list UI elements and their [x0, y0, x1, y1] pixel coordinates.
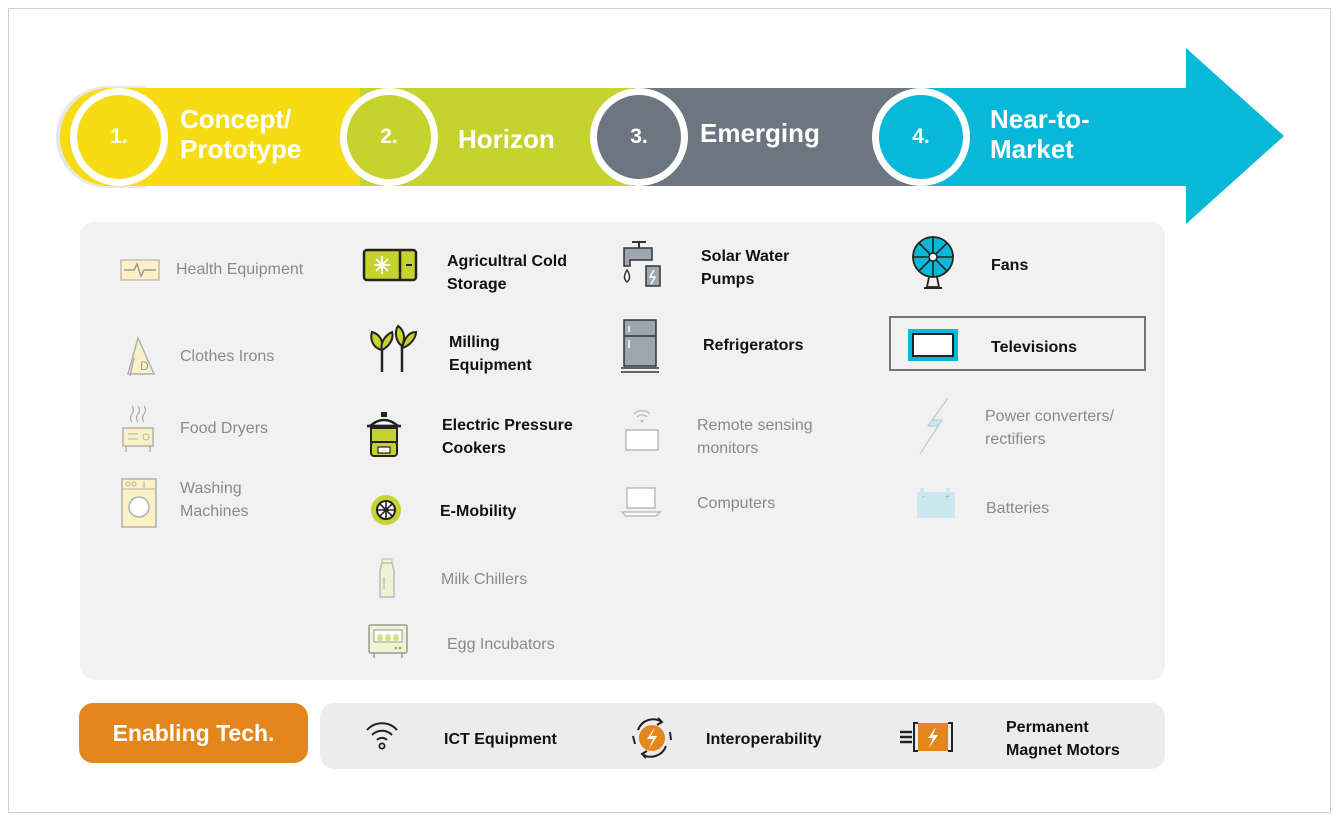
- refrigerator-icon: [620, 318, 660, 374]
- pressure-cookers-line2: Cookers: [442, 440, 507, 457]
- remote-sensing-line2: monitors: [697, 440, 759, 457]
- solar-water-pumps-line2: Pumps: [701, 271, 755, 288]
- power-converters-label: Power converters/ rectifiers: [985, 405, 1114, 451]
- food-dryer-icon: [118, 402, 158, 456]
- milling-equipment-line2: Equipment: [449, 357, 532, 374]
- health-equipment-label: Health Equipment: [176, 261, 304, 278]
- milling-equipment-line1: Milling: [449, 334, 500, 351]
- solar-water-pumps-line1: Solar Water: [701, 248, 790, 265]
- pressure-cooker-icon: [366, 410, 402, 460]
- svg-text:+: +: [945, 492, 950, 501]
- solar-water-pumps-label: Solar Water Pumps: [701, 245, 789, 291]
- stage-4-title-line1: Near-to-: [990, 104, 1090, 134]
- plant-icon: [368, 322, 420, 374]
- cold-storage-icon: [362, 248, 418, 282]
- stage-2-number: 2.: [340, 88, 438, 186]
- stage-1-title-line2: Prototype: [180, 134, 302, 164]
- stage-3-title: Emerging: [700, 118, 820, 148]
- washing-machine-icon: [118, 476, 160, 530]
- stage-4-title-line2: Market: [990, 134, 1074, 164]
- interoperability-icon: [626, 714, 678, 762]
- enabling-tech-title: Enabling Tech.: [79, 703, 308, 763]
- television-icon: [907, 328, 959, 362]
- milk-bottle-icon: [372, 557, 402, 601]
- milk-chillers-label: Milk Chillers: [441, 571, 528, 588]
- egg-incubator-icon: [366, 622, 410, 660]
- remote-sensing-line1: Remote sensing: [697, 417, 813, 434]
- svg-text:D: D: [140, 359, 149, 373]
- wifi-icon: [364, 716, 400, 752]
- televisions-label: Televisions: [991, 339, 1077, 356]
- power-converters-line2: rectifiers: [985, 431, 1046, 448]
- clothes-irons-label: Clothes Irons: [180, 348, 275, 365]
- refrigerators-label: Refrigerators: [703, 337, 804, 354]
- magnet-motors-line1: Permanent: [1006, 719, 1089, 736]
- egg-incubators-label: Egg Incubators: [447, 636, 555, 653]
- food-dryers-label: Food Dryers: [180, 420, 269, 437]
- stage-1-title-line1: Concept/: [180, 104, 292, 134]
- arrow-head: [1186, 48, 1284, 224]
- lightning-icon: [914, 396, 954, 456]
- remote-sensing-label: Remote sensing monitors: [697, 414, 813, 460]
- cold-storage-line2: Storage: [447, 276, 507, 293]
- battery-icon: - +: [914, 486, 958, 522]
- health-monitor-icon: [118, 255, 162, 285]
- stage-4-number: 4.: [872, 88, 970, 186]
- fans-label: Fans: [991, 257, 1029, 274]
- ict-equipment-label: ICT Equipment: [444, 731, 557, 748]
- stage-1-title: Concept/ Prototype: [180, 104, 301, 164]
- fan-icon: [910, 235, 956, 291]
- motor-icon: [898, 719, 956, 755]
- svg-text:-: -: [922, 492, 925, 501]
- pressure-cookers-label: Electric Pressure Cookers: [442, 414, 573, 460]
- magnet-motors-label: Permanent Magnet Motors: [1006, 716, 1120, 762]
- e-mobility-label: E-Mobility: [440, 503, 517, 520]
- remote-sensor-icon: [620, 402, 664, 454]
- wheel-icon: [370, 494, 402, 526]
- magnet-motors-line2: Magnet Motors: [1006, 742, 1120, 759]
- washing-machines-line2: Machines: [180, 503, 249, 520]
- stage-4-title: Near-to- Market: [990, 104, 1090, 164]
- interoperability-label: Interoperability: [706, 731, 822, 748]
- laptop-icon: [618, 484, 664, 520]
- water-pump-icon: [616, 238, 664, 290]
- power-converters-line1: Power converters/: [985, 408, 1114, 425]
- pressure-cookers-line1: Electric Pressure: [442, 417, 573, 434]
- stage-2-title: Horizon: [458, 124, 555, 154]
- washing-machines-label: Washing Machines: [180, 477, 248, 523]
- cold-storage-line1: Agricultral Cold: [447, 253, 568, 270]
- stage-3-number: 3.: [590, 88, 688, 186]
- milling-equipment-label: Milling Equipment: [449, 331, 532, 377]
- washing-machines-line1: Washing: [180, 480, 242, 497]
- computers-label: Computers: [697, 495, 776, 512]
- cold-storage-label: Agricultral Cold Storage: [447, 250, 567, 296]
- batteries-label: Batteries: [986, 500, 1050, 517]
- stage-1-number: 1.: [70, 88, 168, 186]
- iron-icon: D: [120, 330, 160, 378]
